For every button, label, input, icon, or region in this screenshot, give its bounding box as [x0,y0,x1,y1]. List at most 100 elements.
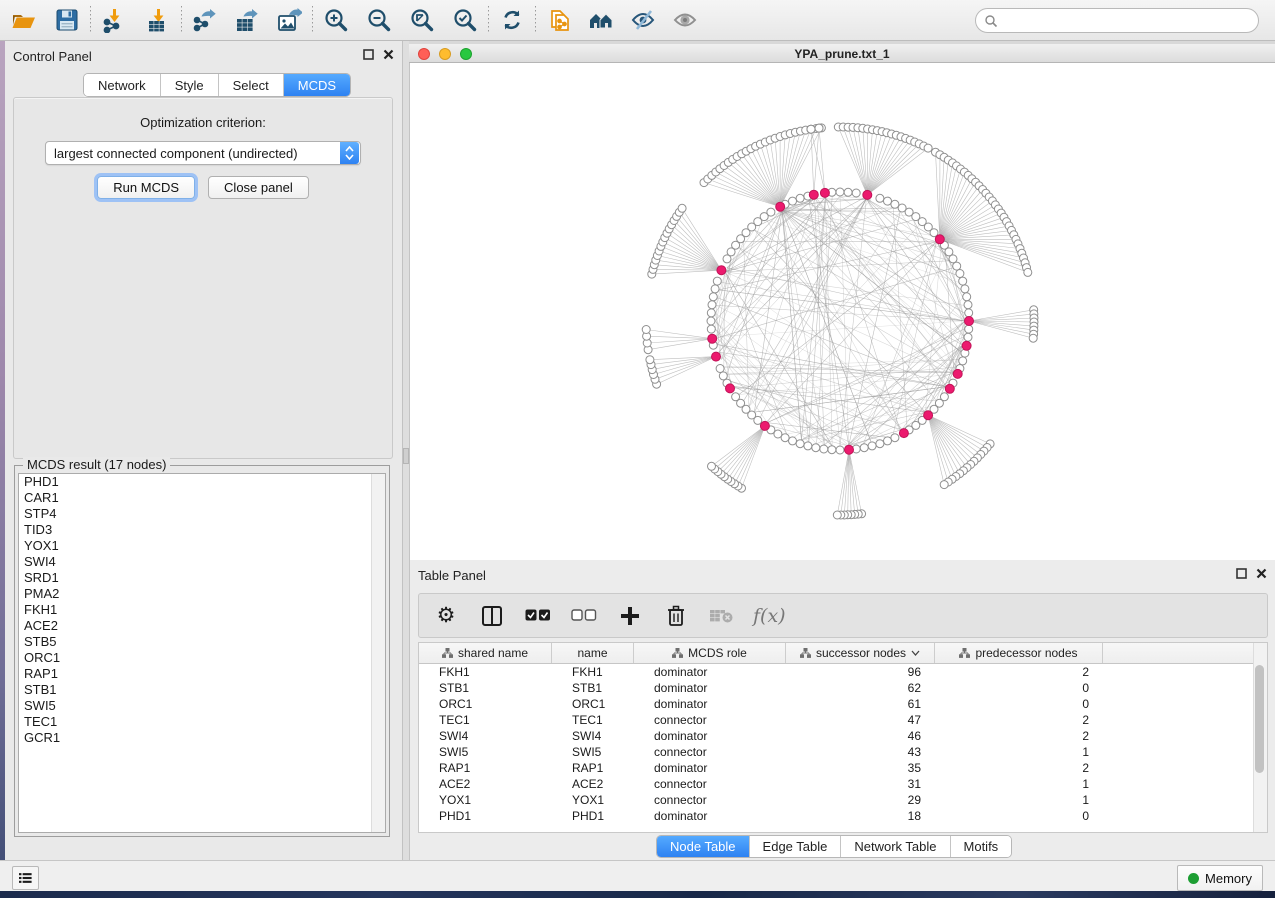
mcds-result-item[interactable]: TID3 [19,522,385,538]
network-overview-icon[interactable] [586,5,616,35]
table-row[interactable]: SWI5SWI5connector431 [419,744,1267,760]
mcds-result-item[interactable]: YOX1 [19,538,385,554]
table-cell: connector [634,793,786,807]
network-window-titlebar[interactable]: YPA_prune.txt_1 [409,44,1275,63]
control-panel: Control Panel Network Style Select MCDS … [5,41,403,860]
tab-network[interactable]: Network [84,74,161,96]
desktop-wallpaper-bottom [0,891,1275,898]
open-session-icon[interactable] [8,5,38,35]
show-details-icon[interactable] [670,5,700,35]
import-table-icon[interactable] [143,5,173,35]
close-panel-icon[interactable] [383,49,394,60]
add-column-icon[interactable] [615,601,645,631]
tab-node-table[interactable]: Node Table [657,836,750,857]
table-row[interactable]: RAP1RAP1dominator352 [419,760,1267,776]
table-cell: RAP1 [552,761,634,775]
close-panel-icon[interactable] [1256,568,1267,579]
table-toolbar: ⚙ f(x) [418,593,1268,638]
mcds-result-item[interactable]: PHD1 [19,474,385,490]
table-cell: dominator [634,681,786,695]
hide-panels-icon[interactable] [628,5,658,35]
mcds-result-item[interactable]: SWI5 [19,698,385,714]
zoom-selected-icon[interactable] [450,5,480,35]
column-header-predecessor-nodes[interactable]: predecessor nodes [935,643,1103,663]
table-row[interactable]: PHD1PHD1dominator180 [419,808,1267,824]
run-mcds-button[interactable]: Run MCDS [97,176,195,199]
mcds-result-item[interactable]: GCR1 [19,730,385,746]
optimization-criterion-label: Optimization criterion: [14,115,392,130]
table-cell: 96 [786,665,935,679]
tab-network-table[interactable]: Network Table [841,836,950,857]
tab-edge-table[interactable]: Edge Table [750,836,842,857]
column-label: predecessor nodes [975,646,1077,660]
zoom-in-icon[interactable] [321,5,351,35]
import-network-icon[interactable] [99,5,129,35]
export-network-icon[interactable] [190,5,220,35]
column-header-shared-name[interactable]: shared name [419,643,552,663]
network-canvas[interactable] [409,63,1275,560]
mcds-result-item[interactable]: RAP1 [19,666,385,682]
mcds-result-item[interactable]: TEC1 [19,714,385,730]
table-cell: 2 [935,729,1103,743]
table-cell: 29 [786,793,935,807]
memory-button[interactable]: Memory [1177,865,1263,891]
table-row[interactable]: ACE2ACE2connector311 [419,776,1267,792]
tab-style[interactable]: Style [161,74,219,96]
mcds-list-scrollbar[interactable] [371,474,385,832]
float-panel-icon[interactable] [1236,568,1247,579]
mcds-result-item[interactable]: CAR1 [19,490,385,506]
mcds-result-item[interactable]: STP4 [19,506,385,522]
mcds-result-item[interactable]: FKH1 [19,602,385,618]
fit-content-icon[interactable] [407,5,437,35]
table-row[interactable]: STB1STB1dominator620 [419,680,1267,696]
table-header-row: shared namename MCDS role successor nodes p… [419,643,1267,664]
tab-motifs[interactable]: Motifs [951,836,1012,857]
mcds-result-item[interactable]: STB1 [19,682,385,698]
mcds-result-item[interactable]: STB5 [19,634,385,650]
select-all-icon[interactable] [523,601,553,631]
task-history-icon[interactable] [12,866,39,890]
close-panel-button[interactable]: Close panel [208,176,309,199]
tab-mcds[interactable]: MCDS [284,74,350,96]
refresh-view-icon[interactable] [497,5,527,35]
table-options-icon[interactable]: ⚙ [431,601,461,631]
search-field[interactable] [975,8,1259,33]
mcds-result-item[interactable]: PMA2 [19,586,385,602]
table-row[interactable]: SWI4SWI4dominator462 [419,728,1267,744]
duplicate-network-icon[interactable] [544,5,574,35]
tab-select[interactable]: Select [219,74,284,96]
mcds-result-item[interactable]: SWI4 [19,554,385,570]
save-session-icon[interactable] [52,5,82,35]
table-row[interactable]: TEC1TEC1connector472 [419,712,1267,728]
mcds-result-item[interactable]: ACE2 [19,618,385,634]
dropdown-selected-value: largest connected component (undirected) [46,146,340,161]
table-panel-title: Table Panel [418,568,486,583]
table-row[interactable]: YOX1YOX1connector291 [419,792,1267,808]
toolbar-separator [535,6,536,34]
column-header-MCDS-role[interactable]: MCDS role [634,643,786,663]
attribute-tree-icon [959,648,970,658]
table-cell: connector [634,777,786,791]
table-row[interactable]: FKH1FKH1dominator962 [419,664,1267,680]
table-scrollbar[interactable] [1253,643,1267,832]
zoom-out-icon[interactable] [364,5,394,35]
export-table-icon[interactable] [232,5,262,35]
column-header-name[interactable]: name [552,643,634,663]
search-input[interactable] [998,10,1258,32]
deselect-all-icon[interactable] [569,601,599,631]
table-cell: connector [634,713,786,727]
table-row[interactable]: ORC1ORC1dominator610 [419,696,1267,712]
optimization-criterion-dropdown[interactable]: largest connected component (undirected) [45,141,361,165]
function-builder-icon[interactable]: f(x) [753,605,786,627]
mcds-result-item[interactable]: ORC1 [19,650,385,666]
float-panel-icon[interactable] [363,49,374,60]
column-header-successor-nodes[interactable]: successor nodes [786,643,935,663]
network-graph[interactable] [410,63,1275,560]
delete-column-icon[interactable] [661,601,691,631]
show-column-icon[interactable] [477,601,507,631]
mcds-result-list[interactable]: PHD1CAR1STP4TID3YOX1SWI4SRD1PMA2FKH1ACE2… [18,473,386,833]
export-image-icon[interactable] [274,5,304,35]
delete-table-icon[interactable] [707,601,737,631]
column-label: MCDS role [688,646,747,660]
mcds-result-item[interactable]: SRD1 [19,570,385,586]
